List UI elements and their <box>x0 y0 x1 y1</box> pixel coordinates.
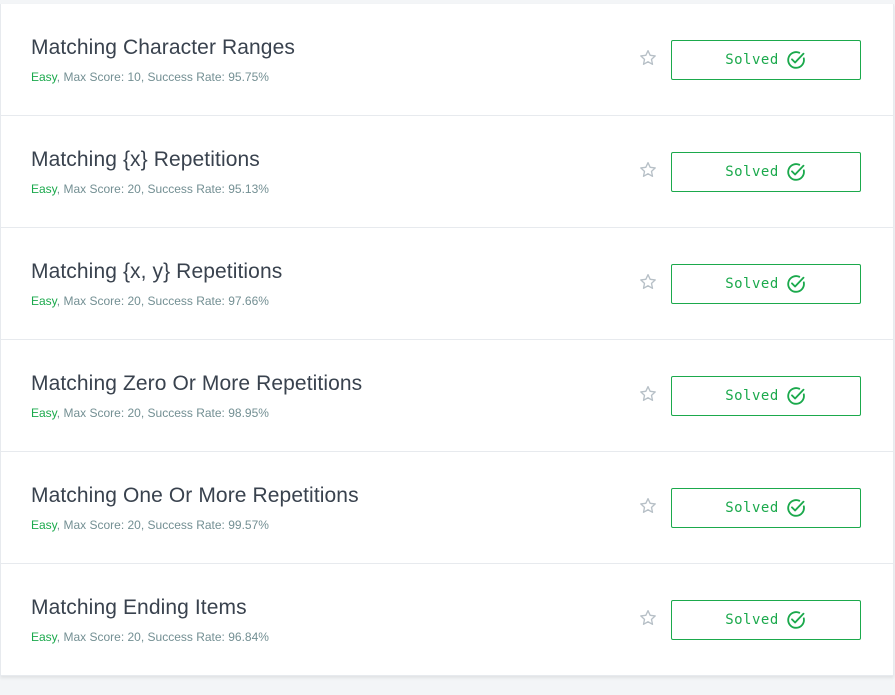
difficulty-label: Easy <box>31 518 57 532</box>
solved-button[interactable]: Solved <box>671 152 861 192</box>
challenge-title[interactable]: Matching {x} Repetitions <box>31 148 260 172</box>
challenge-card[interactable]: Matching Character Ranges Easy, Max Scor… <box>1 4 893 116</box>
solved-button[interactable]: Solved <box>671 40 861 80</box>
star-outline-icon[interactable] <box>638 48 658 68</box>
challenge-meta: Easy, Max Score: 20, Success Rate: 98.95… <box>31 406 269 420</box>
solved-label: Solved <box>725 276 779 292</box>
difficulty-label: Easy <box>31 294 57 308</box>
solved-label: Solved <box>725 388 779 404</box>
challenge-title[interactable]: Matching {x, y} Repetitions <box>31 260 282 284</box>
success-rate: Success Rate: 95.13% <box>147 182 269 196</box>
star-outline-icon[interactable] <box>638 272 658 292</box>
star-outline-icon[interactable] <box>638 608 658 628</box>
solved-label: Solved <box>725 612 779 628</box>
challenge-meta: Easy, Max Score: 20, Success Rate: 95.13… <box>31 182 269 196</box>
challenge-meta: Easy, Max Score: 20, Success Rate: 97.66… <box>31 294 269 308</box>
check-circle-icon <box>787 275 805 293</box>
success-rate: Success Rate: 96.84% <box>147 630 269 644</box>
challenge-card[interactable]: Matching One Or More Repetitions Easy, M… <box>1 452 893 564</box>
max-score: Max Score: 20 <box>63 518 141 532</box>
challenge-card[interactable]: Matching {x, y} Repetitions Easy, Max Sc… <box>1 228 893 340</box>
challenge-card[interactable]: Matching {x} Repetitions Easy, Max Score… <box>1 116 893 228</box>
check-circle-icon <box>787 499 805 517</box>
star-outline-icon[interactable] <box>638 496 658 516</box>
check-circle-icon <box>787 387 805 405</box>
challenge-card[interactable]: Matching Ending Items Easy, Max Score: 2… <box>1 564 893 676</box>
challenge-title[interactable]: Matching Zero Or More Repetitions <box>31 372 362 396</box>
challenge-meta: Easy, Max Score: 20, Success Rate: 96.84… <box>31 630 269 644</box>
solved-label: Solved <box>725 164 779 180</box>
max-score: Max Score: 20 <box>63 182 141 196</box>
check-circle-icon <box>787 611 805 629</box>
challenge-title[interactable]: Matching Character Ranges <box>31 36 295 60</box>
solved-label: Solved <box>725 52 779 68</box>
check-circle-icon <box>787 51 805 69</box>
difficulty-label: Easy <box>31 182 57 196</box>
max-score: Max Score: 20 <box>63 294 141 308</box>
success-rate: Success Rate: 98.95% <box>147 406 269 420</box>
check-circle-icon <box>787 163 805 181</box>
max-score: Max Score: 20 <box>63 406 141 420</box>
challenge-title[interactable]: Matching Ending Items <box>31 596 247 620</box>
difficulty-label: Easy <box>31 406 57 420</box>
solved-button[interactable]: Solved <box>671 488 861 528</box>
challenge-card[interactable]: Matching Zero Or More Repetitions Easy, … <box>1 340 893 452</box>
success-rate: Success Rate: 97.66% <box>147 294 269 308</box>
challenge-meta: Easy, Max Score: 10, Success Rate: 95.75… <box>31 70 269 84</box>
difficulty-label: Easy <box>31 630 57 644</box>
star-outline-icon[interactable] <box>638 160 658 180</box>
solved-button[interactable]: Solved <box>671 264 861 304</box>
solved-label: Solved <box>725 500 779 516</box>
success-rate: Success Rate: 99.57% <box>147 518 269 532</box>
challenge-meta: Easy, Max Score: 20, Success Rate: 99.57… <box>31 518 269 532</box>
solved-button[interactable]: Solved <box>671 376 861 416</box>
max-score: Max Score: 10 <box>63 70 141 84</box>
difficulty-label: Easy <box>31 70 57 84</box>
challenge-list: Matching Character Ranges Easy, Max Scor… <box>0 4 894 676</box>
challenge-title[interactable]: Matching One Or More Repetitions <box>31 484 359 508</box>
success-rate: Success Rate: 95.75% <box>147 70 269 84</box>
star-outline-icon[interactable] <box>638 384 658 404</box>
max-score: Max Score: 20 <box>63 630 141 644</box>
solved-button[interactable]: Solved <box>671 600 861 640</box>
